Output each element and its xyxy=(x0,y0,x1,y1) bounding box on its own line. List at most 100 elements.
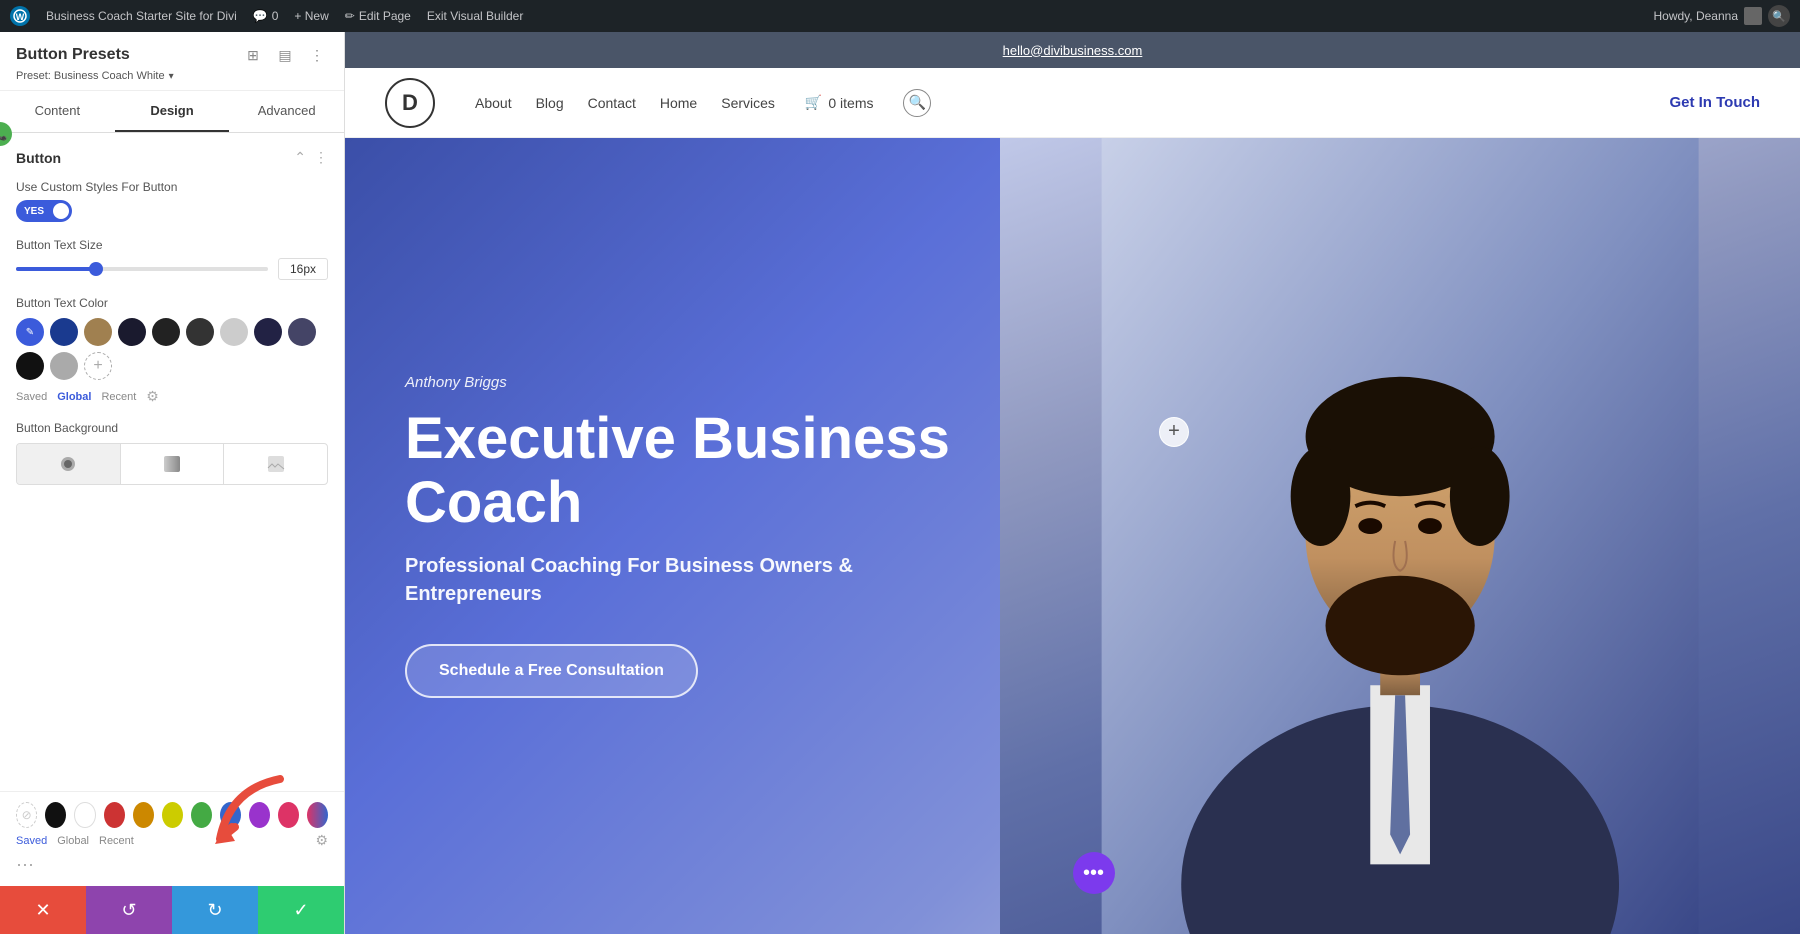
undo-button[interactable]: ↺ xyxy=(86,886,172,934)
panel-header-top: Button Presets ⊞ ▤ ⋮ xyxy=(16,44,328,66)
custom-styles-toggle[interactable]: YES xyxy=(16,200,72,222)
color-swatch-9[interactable] xyxy=(16,352,44,380)
nav-home[interactable]: Home xyxy=(660,95,697,111)
palette-swatch-yellow[interactable] xyxy=(162,802,183,828)
slider-fill xyxy=(16,267,92,271)
palette-swatch-line[interactable] xyxy=(307,802,328,828)
hero-cta-button[interactable]: Schedule a Free Consultation xyxy=(405,644,698,698)
slider-thumb[interactable] xyxy=(89,262,103,276)
exit-builder-button[interactable]: Exit Visual Builder xyxy=(427,9,524,23)
more-options-button[interactable]: ••• xyxy=(1073,852,1115,894)
topbar-email-link[interactable]: hello@divibusiness.com xyxy=(1003,43,1143,58)
cancel-button[interactable]: ✕ xyxy=(0,886,86,934)
palette-swatch-black[interactable] xyxy=(45,802,66,828)
color-row-labels: Saved Global Recent ⚙ xyxy=(16,388,328,405)
tab-design[interactable]: Design xyxy=(115,91,230,132)
hero-author: Anthony Briggs xyxy=(405,374,965,391)
palette-swatch-blue[interactable] xyxy=(220,802,241,828)
color-swatch-active[interactable]: ✎ xyxy=(16,318,44,346)
bottom-palette: ⊘ Saved Global Recent ⚙ ⋯ xyxy=(0,791,344,886)
search-icon: 🔍 xyxy=(909,94,926,111)
redo-button[interactable]: ↻ xyxy=(172,886,258,934)
edit-page-label: Edit Page xyxy=(359,9,411,23)
panel-settings-icon[interactable]: ⊞ xyxy=(242,44,264,66)
hero-section: Anthony Briggs Executive Business Coach … xyxy=(345,138,1800,934)
comment-icon: 💬 xyxy=(253,9,268,23)
palette-swatch-white[interactable] xyxy=(74,802,95,828)
slider-value[interactable]: 16px xyxy=(278,258,328,280)
new-button[interactable]: + New xyxy=(294,9,328,23)
save-button[interactable]: ✓ xyxy=(258,886,344,934)
add-element-button[interactable]: + xyxy=(1159,417,1189,447)
nav-contact[interactable]: Contact xyxy=(588,95,636,111)
bottom-action-bar: ✕ ↺ ↻ ✓ xyxy=(0,886,344,934)
cart-count: 0 items xyxy=(828,95,873,111)
nav-cta-button[interactable]: Get In Touch xyxy=(1669,94,1760,111)
bg-option-color[interactable] xyxy=(17,444,121,484)
panel-columns-icon[interactable]: ▤ xyxy=(274,44,296,66)
wp-admin-bar: W Business Coach Starter Site for Divi 💬… xyxy=(0,0,1800,32)
save-icon: ✓ xyxy=(293,900,308,921)
bg-option-image[interactable] xyxy=(224,444,327,484)
tab-content[interactable]: Content xyxy=(0,91,115,132)
hero-person-image xyxy=(1000,138,1800,934)
color-swatch-8[interactable] xyxy=(288,318,316,346)
palette-recent-label: Recent xyxy=(99,835,134,847)
recent-label: Recent xyxy=(101,391,136,403)
palette-swatch-pink[interactable] xyxy=(278,802,299,828)
section-more-icon[interactable]: ⋮ xyxy=(314,149,328,166)
bg-option-gradient[interactable] xyxy=(121,444,225,484)
hero-content: Anthony Briggs Executive Business Coach … xyxy=(345,334,1025,739)
user-avatar[interactable] xyxy=(1744,7,1762,25)
palette-swatch-purple[interactable] xyxy=(249,802,270,828)
bg-label: Button Background xyxy=(16,421,328,435)
color-swatch-2[interactable] xyxy=(84,318,112,346)
color-swatch-10[interactable] xyxy=(50,352,78,380)
hero-title-line1: Executive Business xyxy=(405,406,950,471)
main-layout: 📞 Button Presets ⊞ ▤ ⋮ Preset: Business … xyxy=(0,32,1800,934)
nav-search-button[interactable]: 🔍 xyxy=(903,89,931,117)
color-swatches: ✎ + xyxy=(16,318,328,380)
svg-text:W: W xyxy=(16,12,25,22)
comment-bubble[interactable]: 💬 0 xyxy=(253,9,279,23)
panel-header-icons: ⊞ ▤ ⋮ xyxy=(242,44,328,66)
slider-track[interactable] xyxy=(16,267,268,271)
cart-icon: 🛒 xyxy=(805,94,822,111)
hero-person-placeholder xyxy=(1000,138,1800,934)
palette-swatch-orange[interactable] xyxy=(133,802,154,828)
bg-options xyxy=(16,443,328,485)
text-size-slider-row: Button Text Size 16px xyxy=(16,238,328,280)
settings-icon-color[interactable]: ⚙ xyxy=(146,388,159,405)
color-swatch-1[interactable] xyxy=(50,318,78,346)
section-expand-icon[interactable]: ⌃ xyxy=(294,149,306,166)
add-color-button[interactable]: + xyxy=(84,352,112,380)
wp-logo-icon[interactable]: W xyxy=(10,6,30,26)
admin-search-icon[interactable]: 🔍 xyxy=(1768,5,1790,27)
site-topbar: hello@divibusiness.com xyxy=(345,32,1800,68)
color-swatch-6[interactable] xyxy=(220,318,248,346)
palette-swatch-green[interactable] xyxy=(191,802,212,828)
palette-swatch-red[interactable] xyxy=(104,802,125,828)
panel-header: Button Presets ⊞ ▤ ⋮ Preset: Business Co… xyxy=(0,32,344,91)
nav-services[interactable]: Services xyxy=(721,95,775,111)
nav-cart[interactable]: 🛒 0 items xyxy=(805,94,874,111)
slider-container: 16px xyxy=(16,258,328,280)
color-swatch-4[interactable] xyxy=(152,318,180,346)
preset-label: Preset: Business Coach White xyxy=(16,70,165,82)
tab-advanced[interactable]: Advanced xyxy=(229,91,344,132)
nav-blog[interactable]: Blog xyxy=(536,95,564,111)
edit-page-button[interactable]: ✏ Edit Page xyxy=(345,9,411,23)
admin-site-name[interactable]: Business Coach Starter Site for Divi xyxy=(46,9,237,23)
panel-preset[interactable]: Preset: Business Coach White ▾ xyxy=(16,70,328,82)
panel-tabs: Content Design Advanced xyxy=(0,91,344,133)
palette-global-label: Global xyxy=(57,835,89,847)
panel-menu-icon[interactable]: ⋮ xyxy=(306,44,328,66)
comment-count: 0 xyxy=(272,9,279,23)
nav-about[interactable]: About xyxy=(475,95,512,111)
color-swatch-5[interactable] xyxy=(186,318,214,346)
palette-settings-icon[interactable]: ⚙ xyxy=(315,832,328,849)
color-swatch-3[interactable] xyxy=(118,318,146,346)
color-swatch-7[interactable] xyxy=(254,318,282,346)
hero-subtitle: Professional Coaching For Business Owner… xyxy=(405,552,965,608)
panel-title: Button Presets xyxy=(16,46,130,64)
